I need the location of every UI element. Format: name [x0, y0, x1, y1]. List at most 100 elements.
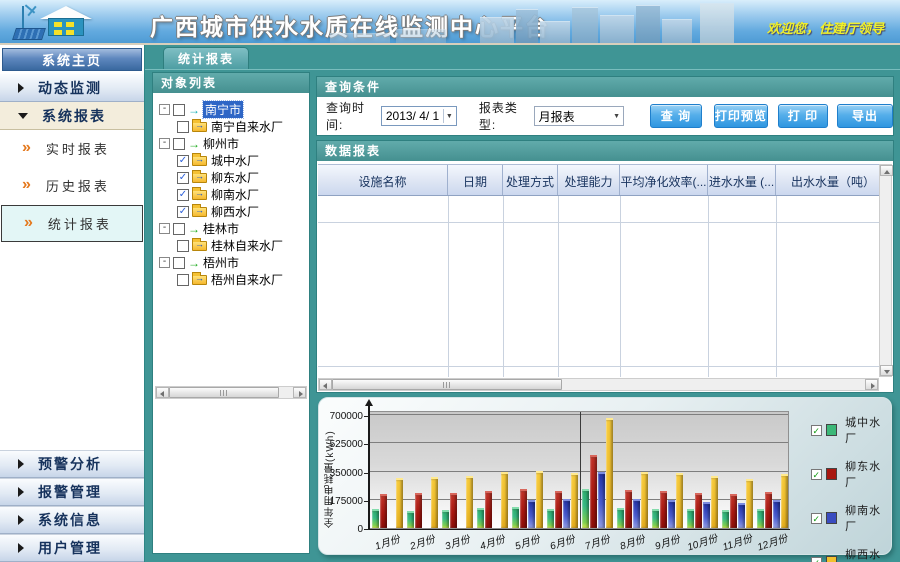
chart-bar-柳东水厂-month-6 — [555, 491, 562, 528]
column-header-2[interactable]: 处理方式 — [503, 165, 558, 196]
chart-bar-柳南水厂-month-10 — [703, 502, 710, 528]
scroll-down-button[interactable] — [880, 365, 893, 376]
column-header-5[interactable]: 进水水量 (... — [708, 165, 776, 196]
table-vscrollbar[interactable] — [879, 164, 892, 377]
folder-icon — [192, 173, 207, 183]
column-header-1[interactable]: 日期 — [448, 165, 503, 196]
tree-expander-icon[interactable]: - — [159, 223, 170, 234]
export-excel-button[interactable]: 导出EXCEL — [837, 104, 893, 128]
sidebar-group-early-warning[interactable]: 预警分析 — [0, 450, 144, 478]
tree-node[interactable]: 桂林自来水厂 — [153, 237, 309, 254]
tree-checkbox[interactable] — [177, 274, 189, 286]
tree-node[interactable]: ✓柳东水厂 — [153, 169, 309, 186]
chart-bar-城中水厂-month-1 — [372, 509, 379, 528]
sidebar-item-statistics-report-selected[interactable]: »统计报表 — [1, 205, 143, 242]
scroll-right-button[interactable] — [865, 379, 878, 390]
tree-node[interactable]: 南宁自来水厂 — [153, 118, 309, 135]
main-content: 统计报表 对象列表 -→南宁市南宁自来水厂-→柳州市 ✓ 城中水厂✓柳东水厂✓柳南水… — [145, 45, 900, 562]
chart-bar-柳西水厂-month-6 — [571, 473, 578, 528]
scroll-left-button[interactable] — [319, 379, 332, 390]
tree-hscroll-thumb[interactable] — [169, 387, 279, 398]
sidebar-group-user-management[interactable]: 用户管理 — [0, 534, 144, 562]
tab-statistics-report[interactable]: 统计报表 — [163, 47, 249, 69]
chart-bar-柳西水厂-month-8 — [641, 472, 648, 529]
tree-node[interactable]: -→桂林市 — [153, 220, 309, 237]
dropdown-arrow-icon[interactable]: ▼ — [613, 113, 620, 120]
tree-node[interactable]: 梧州自来水厂 — [153, 271, 309, 288]
legend-checkbox[interactable]: ✓ — [811, 557, 822, 562]
city-arrow-icon: → — [188, 222, 200, 236]
triangle-right-icon — [18, 83, 24, 93]
legend-checkbox[interactable]: ✓ — [811, 425, 822, 436]
print-preview-button[interactable]: 打印预览 — [714, 104, 768, 128]
tree-node[interactable]: ✓柳西水厂 — [153, 203, 309, 220]
sidebar-item-report[interactable]: »实时报表 — [0, 130, 144, 167]
report-type-select[interactable]: 月报表 ▼ — [534, 106, 624, 126]
query-date-input[interactable]: 2013/ 4/ 1 ▼ — [381, 106, 457, 126]
sidebar-item-report[interactable]: »历史报表 — [0, 167, 144, 204]
tree-checkbox[interactable] — [173, 223, 185, 235]
tree-hscrollbar[interactable] — [155, 386, 307, 399]
scroll-up-button[interactable] — [880, 165, 893, 176]
chart-bar-城中水厂-month-5 — [512, 507, 519, 528]
legend-checkbox[interactable]: ✓ — [811, 469, 822, 480]
sidebar-group-system-reports[interactable]: 系统报表 — [0, 102, 144, 130]
tree-checkbox[interactable] — [177, 240, 189, 252]
tree-checkbox[interactable]: ✓ — [177, 206, 189, 218]
tree-checkbox[interactable]: ✓ — [177, 189, 189, 201]
sidebar-group-system-info[interactable]: 系统信息 — [0, 506, 144, 534]
chart-bar-柳西水厂-month-10 — [711, 476, 718, 528]
chart-bar-柳东水厂-month-10 — [695, 493, 702, 528]
sidebar-group-label: 动态监测 — [38, 78, 102, 98]
sidebar-group-alarm-management[interactable]: 报警管理 — [0, 478, 144, 506]
table-hscrollbar[interactable] — [318, 378, 879, 391]
tree-node-label: 城中水厂 — [211, 152, 259, 169]
table-hscroll-thumb[interactable] — [332, 379, 562, 390]
tree-checkbox[interactable]: ✓ — [177, 172, 189, 184]
tree-checkbox[interactable] — [177, 121, 189, 133]
tree-expander-icon[interactable]: - — [159, 104, 170, 115]
column-divider — [776, 196, 777, 377]
tree-node[interactable]: -→南宁市 — [153, 101, 309, 118]
triangle-right-icon — [18, 487, 24, 497]
query-button[interactable]: 查 询 — [650, 104, 702, 128]
tree-node-label: 梧州市 — [203, 254, 239, 271]
scroll-left-button[interactable] — [156, 387, 169, 398]
column-header-3[interactable]: 处理能力 — [558, 165, 620, 196]
column-divider — [708, 196, 709, 377]
tree-checkbox[interactable] — [173, 104, 185, 116]
legend-label: 柳西水厂 — [845, 546, 891, 562]
data-report-panel-title: 数据报表 — [317, 141, 893, 161]
object-list-panel-title: 对象列表 — [153, 73, 309, 93]
tree-checkbox[interactable] — [173, 257, 185, 269]
chart-bar-柳东水厂-month-7 — [590, 455, 597, 528]
chart-bar-柳东水厂-month-5 — [520, 489, 527, 528]
column-header-4[interactable]: 平均净化效率(... — [620, 165, 708, 196]
legend-swatch — [826, 424, 838, 436]
welcome-text: 欢迎您，住建厅领导 — [767, 18, 884, 37]
legend-checkbox[interactable]: ✓ — [811, 513, 822, 524]
y-tick-label: 700000 — [319, 411, 363, 422]
column-header-6[interactable]: 出水水量（吨） — [776, 165, 879, 196]
tree-node[interactable]: -→梧州市 — [153, 254, 309, 271]
triangle-down-icon — [18, 113, 28, 119]
sidebar-item-label: 实时报表 — [46, 139, 110, 158]
print-button[interactable]: 打 印 — [778, 104, 828, 128]
tree-node[interactable]: ✓ 城中水厂 — [153, 152, 309, 169]
chart-bar-柳东水厂-month-1 — [380, 494, 387, 528]
tree-node[interactable]: ✓柳南水厂 — [153, 186, 309, 203]
tree-expander-icon[interactable]: - — [159, 138, 170, 149]
scroll-right-button[interactable] — [293, 387, 306, 398]
chart-bar-柳西水厂-month-5 — [536, 471, 543, 528]
chart-bar-城中水厂-month-12 — [757, 509, 764, 528]
chart-bar-城中水厂-month-4 — [477, 508, 484, 528]
column-header-0[interactable]: 设施名称 — [318, 165, 448, 196]
tree-expander-icon[interactable]: - — [159, 257, 170, 268]
query-conditions-panel: 查询条件 查询时间: 2013/ 4/ 1 ▼ 报表类型: 月报表 ▼ 查 询 … — [316, 76, 894, 136]
tree-checkbox[interactable]: ✓ — [177, 155, 189, 167]
tree-node[interactable]: -→柳州市 — [153, 135, 309, 152]
dropdown-arrow-icon[interactable]: ▼ — [446, 113, 453, 120]
tree-checkbox[interactable] — [173, 138, 185, 150]
sidebar-group-dynamic-monitoring[interactable]: 动态监测 — [0, 74, 144, 102]
sidebar-item-home[interactable]: 系统主页 — [2, 48, 142, 71]
